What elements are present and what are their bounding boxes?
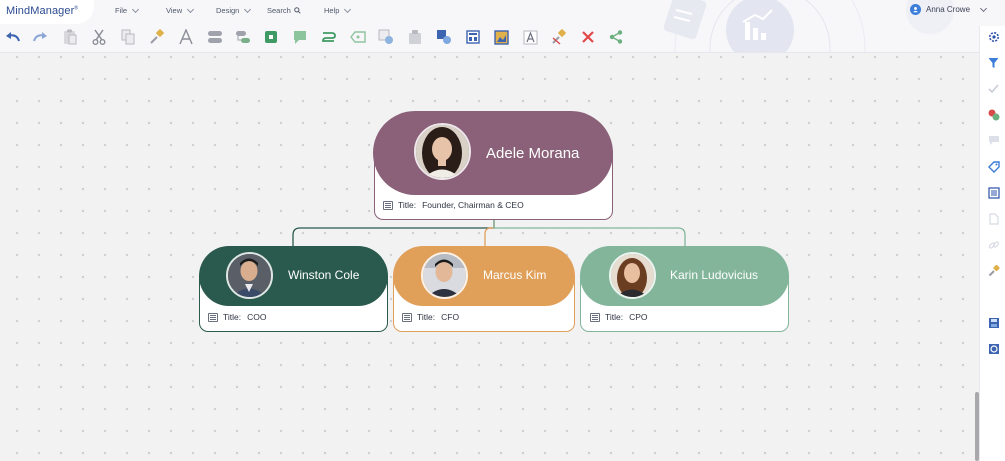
notes-panel-icon[interactable] (987, 186, 1000, 199)
node-name: Winston Cole (288, 268, 360, 282)
check-icon[interactable] (987, 82, 1000, 95)
node-name: Adele Morana (486, 145, 580, 162)
node-title-row: Title: CFO (402, 312, 459, 322)
title-value: Founder, Chairman & CEO (422, 200, 524, 210)
node-name: Karin Ludovicius (670, 268, 759, 282)
settings-icon[interactable] (987, 30, 1000, 43)
title-value: CPO (629, 312, 648, 322)
save-icon[interactable] (987, 316, 1000, 329)
focus-icon[interactable] (987, 342, 1000, 355)
notes-icon (208, 312, 218, 322)
tags-icon[interactable] (987, 160, 1000, 173)
avatar (421, 252, 468, 299)
notes-icon (383, 200, 393, 210)
node-title-row: Title: COO (208, 312, 266, 322)
node-title-row: Title: Founder, Chairman & CEO (383, 200, 524, 210)
title-label: Title: (398, 200, 417, 210)
right-sidebar (979, 26, 1005, 461)
markers-icon[interactable] (987, 108, 1000, 121)
title-value: CFO (441, 312, 460, 322)
title-label: Title: (605, 312, 624, 322)
brush-icon[interactable] (987, 264, 1000, 277)
node-name: Marcus Kim (483, 268, 547, 282)
filter-icon[interactable] (987, 56, 1000, 69)
document-icon[interactable] (987, 212, 1000, 225)
title-label: Title: (417, 312, 436, 322)
notes-icon (402, 312, 412, 322)
avatar (226, 252, 273, 299)
notes-icon (590, 312, 600, 322)
connector-cpo (493, 220, 686, 247)
node-title-row: Title: CPO (590, 312, 648, 322)
avatar (609, 252, 656, 299)
comments-icon[interactable] (987, 134, 1000, 147)
title-label: Title: (223, 312, 242, 322)
link-icon[interactable] (987, 238, 1000, 251)
connector-lines (292, 220, 686, 247)
title-value: COO (247, 312, 267, 322)
connector-coo (292, 220, 495, 247)
avatar (414, 123, 471, 180)
connector-cfo (484, 220, 495, 247)
